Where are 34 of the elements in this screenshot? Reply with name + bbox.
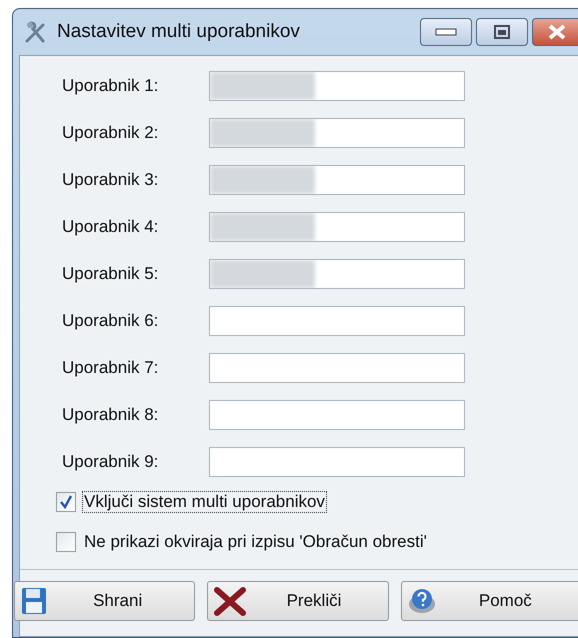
input-field[interactable] — [209, 353, 465, 383]
input-field[interactable] — [209, 306, 465, 336]
field-label: Uporabnik 5: — [62, 264, 160, 284]
input-field[interactable] — [209, 259, 465, 289]
minimize-icon — [435, 28, 457, 36]
close-icon — [547, 24, 567, 40]
save-button[interactable]: Shrani — [14, 581, 196, 621]
checkbox[interactable] — [56, 532, 76, 552]
field-label: Uporabnik 8: — [62, 405, 160, 425]
field-label: Uporabnik 3: — [62, 170, 160, 190]
close-button[interactable] — [532, 18, 578, 46]
checkbox[interactable] — [56, 492, 76, 512]
input-field[interactable] — [209, 165, 465, 195]
help-button[interactable]: Pomoč — [400, 581, 578, 621]
input-field[interactable] — [209, 118, 465, 148]
cancel-button[interactable]: Prekliči — [207, 581, 389, 621]
input-field[interactable] — [209, 400, 465, 430]
field-label: Uporabnik 9: — [62, 452, 160, 472]
window-title: Nastavitev multi uporabnikov — [57, 21, 301, 43]
input-field[interactable] — [209, 447, 465, 477]
field-label: Uporabnik 1: — [62, 76, 160, 96]
maximize-icon — [494, 25, 510, 39]
help-icon — [408, 587, 436, 615]
field-label: Uporabnik 6: — [62, 311, 160, 331]
checkbox-label[interactable]: Vključi sistem multi uporabnikov — [82, 491, 327, 513]
field-label: Uporabnik 4: — [62, 217, 160, 237]
maximize-button[interactable] — [476, 18, 528, 46]
field-label: Uporabnik 7: — [62, 358, 160, 378]
field-label: Uporabnik 2: — [62, 123, 160, 143]
checkbox-label[interactable]: Ne prikazi okviraja pri izpisu 'Obračun obresti' — [82, 531, 429, 553]
cross-icon — [214, 586, 246, 616]
input-field[interactable] — [209, 71, 465, 101]
input-field[interactable] — [209, 212, 465, 242]
minimize-button[interactable] — [420, 18, 472, 46]
